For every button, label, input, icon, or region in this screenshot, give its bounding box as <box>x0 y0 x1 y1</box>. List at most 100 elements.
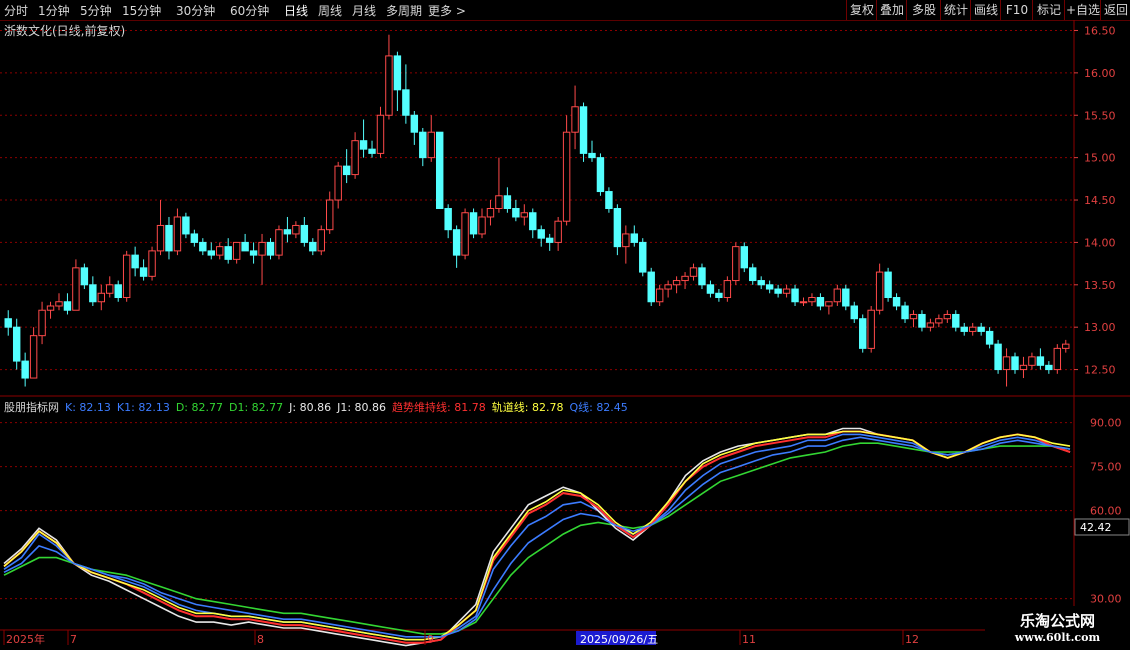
candle <box>859 314 867 353</box>
candle-body <box>715 292 723 299</box>
candle-body <box>833 288 842 303</box>
candle <box>359 119 368 158</box>
candle <box>901 301 909 323</box>
price-tick-label: 12.50 <box>1084 364 1116 377</box>
candle <box>300 216 309 247</box>
candle <box>977 322 985 336</box>
legend-entry: 轨道线: 82.78 <box>491 401 564 414</box>
candle-body <box>664 284 672 290</box>
candle <box>943 310 952 323</box>
candle <box>461 208 469 260</box>
candle-body <box>97 292 106 303</box>
candle <box>935 314 943 328</box>
candle <box>833 284 842 306</box>
candle-body <box>1045 364 1053 371</box>
candle <box>80 263 89 290</box>
candle-body <box>122 254 131 299</box>
candle-body <box>977 326 985 332</box>
candle <box>884 267 892 302</box>
value-tag-label: 42.42 <box>1080 521 1112 534</box>
candle <box>689 263 698 281</box>
price-tick-label: 15.50 <box>1084 109 1116 122</box>
candle <box>630 225 639 247</box>
candle-body <box>419 131 427 159</box>
candle <box>1053 344 1062 374</box>
candle <box>393 51 402 112</box>
price-tick-label: 13.50 <box>1084 279 1116 292</box>
candle-body <box>156 224 165 252</box>
candle <box>765 280 774 294</box>
candle-body <box>1011 356 1019 371</box>
candle <box>1045 361 1053 374</box>
candle <box>681 272 689 290</box>
candle-body <box>723 280 732 299</box>
candle-body <box>266 241 275 256</box>
candle <box>139 259 148 281</box>
candle <box>613 204 622 256</box>
candle-body <box>38 309 46 337</box>
chart-area: 16.50 16.00 15.50 15.00 14.50 14.00 13.50 13.00… <box>0 20 1130 647</box>
candle-body <box>545 237 554 243</box>
candle <box>4 310 12 336</box>
candle <box>1011 352 1019 374</box>
candle <box>774 284 782 298</box>
candle-body <box>478 216 486 235</box>
candle <box>292 221 300 239</box>
candle <box>850 301 858 323</box>
candle <box>376 106 385 158</box>
candle-body <box>520 212 529 218</box>
candle-body <box>512 208 520 218</box>
price-tick-label: 13.00 <box>1084 321 1116 334</box>
candle <box>156 200 165 256</box>
indicator-tick-label: 75.00 <box>1090 461 1122 474</box>
candle-body <box>469 212 478 235</box>
legend-entry: J: 80.86 <box>289 401 332 414</box>
candle-body <box>994 343 1002 371</box>
candle-body <box>292 224 300 235</box>
candle-body <box>139 267 148 277</box>
candle <box>63 293 72 315</box>
candle-body <box>283 229 292 235</box>
candle-body <box>55 301 63 307</box>
candle-body <box>622 233 630 248</box>
candle-body <box>114 284 122 299</box>
candle <box>55 293 63 311</box>
candle-body <box>943 313 952 320</box>
candle-body <box>529 212 537 231</box>
candle-body <box>935 318 943 324</box>
candle-body <box>985 330 994 345</box>
candle <box>715 289 723 302</box>
candle <box>782 284 791 298</box>
candle <box>122 250 131 302</box>
candle <box>808 293 816 306</box>
legend-entry: J1: 80.86 <box>337 401 387 414</box>
watermark-url: www.60lt.com <box>1014 631 1101 644</box>
candle <box>520 204 529 226</box>
candle <box>706 280 715 298</box>
candle <box>12 318 21 370</box>
candle <box>622 225 630 264</box>
candle <box>495 157 503 213</box>
date-label: 12 <box>905 633 919 646</box>
candle-body <box>960 326 968 332</box>
candle-body <box>884 271 892 299</box>
candle-body <box>131 254 139 269</box>
candle <box>435 131 444 209</box>
candle <box>410 111 419 145</box>
candle <box>994 339 1002 374</box>
candle <box>952 310 960 332</box>
candle-body <box>926 322 935 328</box>
candle <box>554 216 562 251</box>
candle <box>867 305 875 353</box>
candle-body <box>706 284 715 294</box>
candle <box>1036 348 1045 370</box>
candle <box>326 191 334 234</box>
date-label: 8 <box>257 633 264 646</box>
candle-body <box>774 288 782 294</box>
candle <box>258 233 266 285</box>
candle <box>512 200 520 222</box>
candle <box>571 85 579 150</box>
candle-body <box>72 267 80 311</box>
candle-body <box>816 297 825 307</box>
date-label: 11 <box>742 633 756 646</box>
